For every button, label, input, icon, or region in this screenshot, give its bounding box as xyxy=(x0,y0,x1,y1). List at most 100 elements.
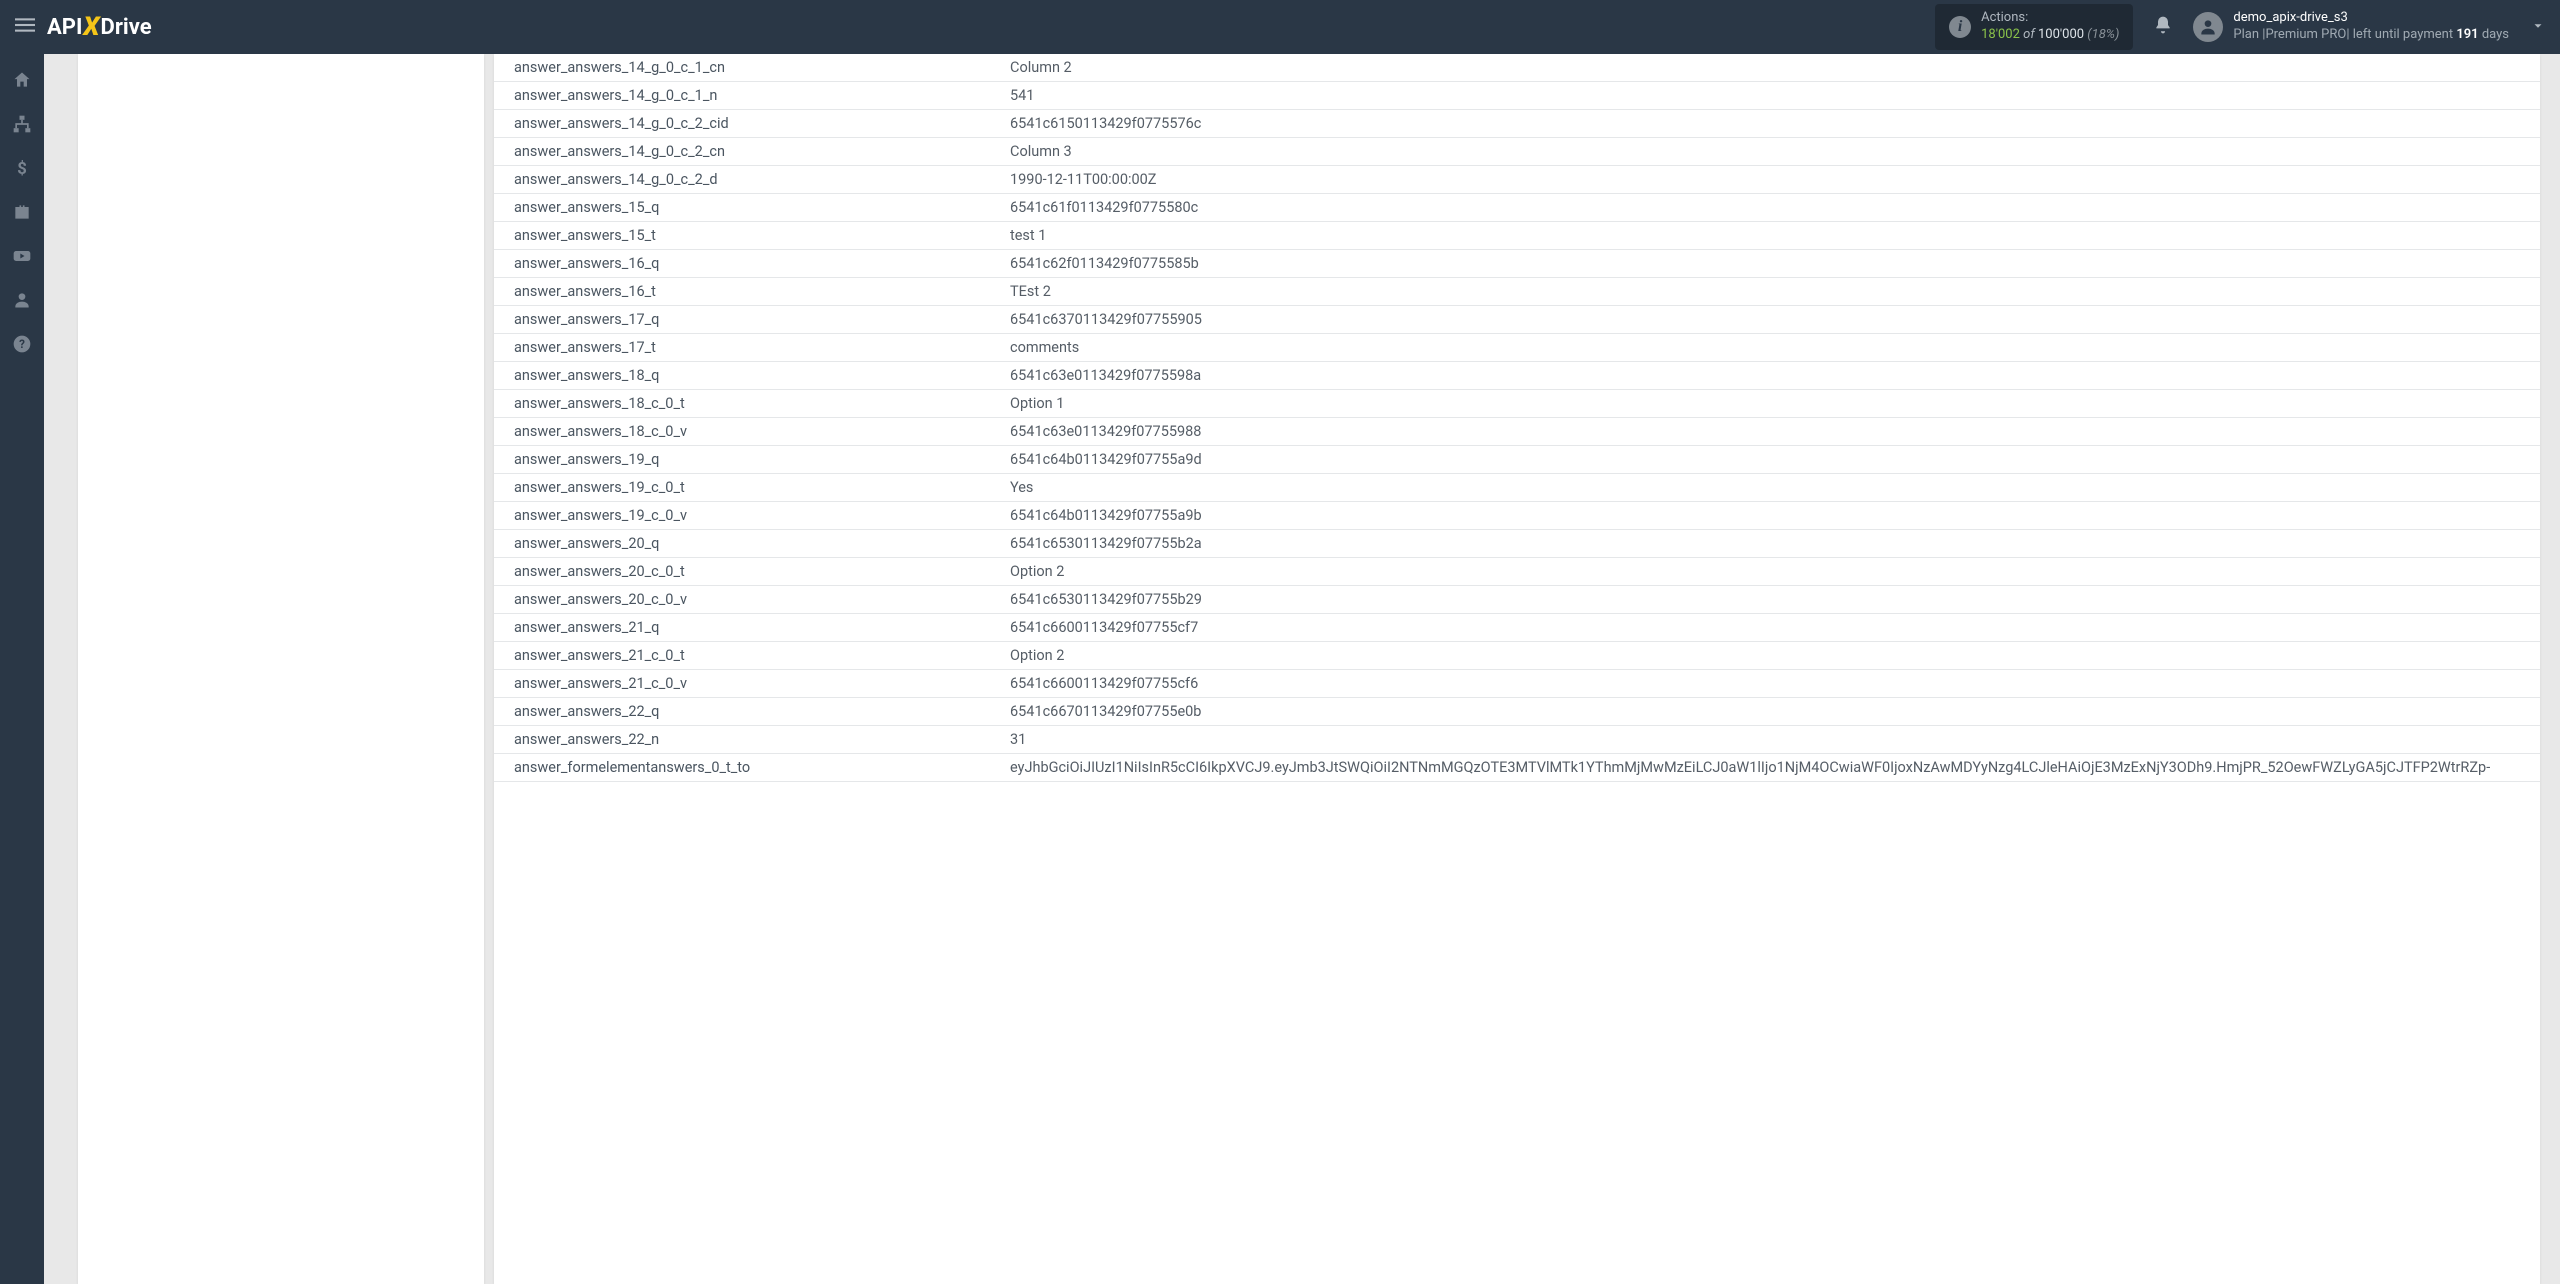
table-row: answer_answers_21_c_0_tOption 2 xyxy=(494,642,2540,670)
field-key: answer_answers_20_q xyxy=(494,530,1000,558)
field-value: 6541c6600113429f07755cf6 xyxy=(1000,670,2540,698)
help-icon[interactable]: ? xyxy=(12,334,32,354)
hamburger-menu-icon[interactable] xyxy=(15,15,35,39)
table-row: answer_answers_14_g_0_c_2_cid6541c615011… xyxy=(494,110,2540,138)
field-key: answer_formelementanswers_0_t_to xyxy=(494,754,1000,782)
main-area: answer_answers_14_g_0_c_1_cnColumn 2answ… xyxy=(44,54,2560,1284)
logo-x-icon: X xyxy=(83,12,99,42)
layout: $ ? answer_answers_14_g_0_c_1_cnColumn 2… xyxy=(0,54,2560,1284)
field-key: answer_answers_18_q xyxy=(494,362,1000,390)
user-plan: Plan |Premium PRO| left until payment 19… xyxy=(2233,27,2509,44)
field-value: 6541c62f0113429f0775585b xyxy=(1000,250,2540,278)
field-key: answer_answers_14_g_0_c_1_n xyxy=(494,82,1000,110)
field-value: 6541c6150113429f0775576c xyxy=(1000,110,2540,138)
field-value: 6541c6670113429f07755e0b xyxy=(1000,698,2540,726)
field-value: Column 3 xyxy=(1000,138,2540,166)
table-row: answer_answers_14_g_0_c_2_cnColumn 3 xyxy=(494,138,2540,166)
table-row: answer_answers_22_n31 xyxy=(494,726,2540,754)
field-key: answer_answers_16_q xyxy=(494,250,1000,278)
field-value: eyJhbGciOiJIUzI1NiIsInR5cCI6IkpXVCJ9.eyJ… xyxy=(1000,754,2540,782)
field-key: answer_answers_14_g_0_c_2_cid xyxy=(494,110,1000,138)
sitemap-icon[interactable] xyxy=(12,114,32,134)
table-row: answer_answers_18_c_0_tOption 1 xyxy=(494,390,2540,418)
content-wrap: answer_answers_14_g_0_c_1_cnColumn 2answ… xyxy=(44,54,2560,1284)
svg-text:?: ? xyxy=(19,337,25,351)
field-value: 6541c63e0113429f0775598a xyxy=(1000,362,2540,390)
left-panel xyxy=(78,54,484,1284)
table-row: answer_answers_15_q6541c61f0113429f07755… xyxy=(494,194,2540,222)
notifications-icon[interactable] xyxy=(2153,15,2173,39)
header-left: API X Drive xyxy=(15,12,152,42)
logo-drive: Drive xyxy=(101,15,152,40)
table-row: answer_answers_17_q6541c6370113429f07755… xyxy=(494,306,2540,334)
field-key: answer_answers_16_t xyxy=(494,278,1000,306)
field-value: TEst 2 xyxy=(1000,278,2540,306)
field-value: test 1 xyxy=(1000,222,2540,250)
table-row: answer_answers_14_g_0_c_2_d1990-12-11T00… xyxy=(494,166,2540,194)
table-row: answer_answers_19_c_0_tYes xyxy=(494,474,2540,502)
field-value: 6541c63e0113429f07755988 xyxy=(1000,418,2540,446)
field-value: 6541c6530113429f07755b29 xyxy=(1000,586,2540,614)
field-value: 541 xyxy=(1000,82,2540,110)
field-key: answer_answers_18_c_0_t xyxy=(494,390,1000,418)
field-key: answer_answers_17_q xyxy=(494,306,1000,334)
table-row: answer_answers_16_q6541c62f0113429f07755… xyxy=(494,250,2540,278)
logo[interactable]: API X Drive xyxy=(47,12,152,42)
table-row: answer_answers_18_c_0_v6541c63e0113429f0… xyxy=(494,418,2540,446)
field-value: 6541c6600113429f07755cf7 xyxy=(1000,614,2540,642)
info-icon: i xyxy=(1949,16,1971,38)
table-row: answer_answers_21_c_0_v6541c6600113429f0… xyxy=(494,670,2540,698)
app-header: API X Drive i Actions: 18'002 of 100'000… xyxy=(0,0,2560,54)
user-menu[interactable]: demo_apix-drive_s3 Plan |Premium PRO| le… xyxy=(2193,10,2545,44)
field-value: comments xyxy=(1000,334,2540,362)
data-panel: answer_answers_14_g_0_c_1_cnColumn 2answ… xyxy=(494,54,2540,1284)
field-key: answer_answers_18_c_0_v xyxy=(494,418,1000,446)
sidebar: $ ? xyxy=(0,54,44,1284)
dollar-icon[interactable]: $ xyxy=(12,158,32,178)
table-row: answer_formelementanswers_0_t_toeyJhbGci… xyxy=(494,754,2540,782)
logo-api: API xyxy=(47,15,82,40)
field-value: Option 1 xyxy=(1000,390,2540,418)
field-key: answer_answers_14_g_0_c_2_cn xyxy=(494,138,1000,166)
table-row: answer_answers_21_q6541c6600113429f07755… xyxy=(494,614,2540,642)
field-key: answer_answers_21_c_0_t xyxy=(494,642,1000,670)
actions-counter[interactable]: i Actions: 18'002 of 100'000 (18%) xyxy=(1935,4,2133,50)
table-row: answer_answers_19_c_0_v6541c64b0113429f0… xyxy=(494,502,2540,530)
table-row: answer_answers_14_g_0_c_1_cnColumn 2 xyxy=(494,54,2540,82)
field-key: answer_answers_17_t xyxy=(494,334,1000,362)
table-row: answer_answers_20_c_0_tOption 2 xyxy=(494,558,2540,586)
table-row: answer_answers_20_c_0_v6541c6530113429f0… xyxy=(494,586,2540,614)
svg-text:$: $ xyxy=(17,160,27,178)
field-key: answer_answers_19_c_0_v xyxy=(494,502,1000,530)
table-row: answer_answers_14_g_0_c_1_n541 xyxy=(494,82,2540,110)
table-row: answer_answers_19_q6541c64b0113429f07755… xyxy=(494,446,2540,474)
home-icon[interactable] xyxy=(12,70,32,90)
table-row: answer_answers_15_ttest 1 xyxy=(494,222,2540,250)
user-text: demo_apix-drive_s3 Plan |Premium PRO| le… xyxy=(2233,10,2509,44)
field-key: answer_answers_15_t xyxy=(494,222,1000,250)
field-key: answer_answers_22_q xyxy=(494,698,1000,726)
field-value: 31 xyxy=(1000,726,2540,754)
field-key: answer_answers_20_c_0_t xyxy=(494,558,1000,586)
table-row: answer_answers_22_q6541c6670113429f07755… xyxy=(494,698,2540,726)
table-row: answer_answers_20_q6541c6530113429f07755… xyxy=(494,530,2540,558)
field-value: 6541c64b0113429f07755a9b xyxy=(1000,502,2540,530)
field-key: answer_answers_19_q xyxy=(494,446,1000,474)
field-value: Yes xyxy=(1000,474,2540,502)
field-value: Column 2 xyxy=(1000,54,2540,82)
briefcase-icon[interactable] xyxy=(12,202,32,222)
field-key: answer_answers_15_q xyxy=(494,194,1000,222)
chevron-down-icon xyxy=(2531,18,2545,37)
header-right: i Actions: 18'002 of 100'000 (18%) demo_… xyxy=(1935,4,2545,50)
user-name: demo_apix-drive_s3 xyxy=(2233,10,2509,27)
field-value: 6541c6530113429f07755b2a xyxy=(1000,530,2540,558)
field-key: answer_answers_22_n xyxy=(494,726,1000,754)
youtube-icon[interactable] xyxy=(12,246,32,266)
table-row: answer_answers_18_q6541c63e0113429f07755… xyxy=(494,362,2540,390)
user-icon[interactable] xyxy=(12,290,32,310)
table-row: answer_answers_16_tTEst 2 xyxy=(494,278,2540,306)
data-table: answer_answers_14_g_0_c_1_cnColumn 2answ… xyxy=(494,54,2540,782)
actions-numbers: 18'002 of 100'000 (18%) xyxy=(1981,27,2119,44)
field-key: answer_answers_21_c_0_v xyxy=(494,670,1000,698)
actions-text: Actions: 18'002 of 100'000 (18%) xyxy=(1981,10,2119,44)
